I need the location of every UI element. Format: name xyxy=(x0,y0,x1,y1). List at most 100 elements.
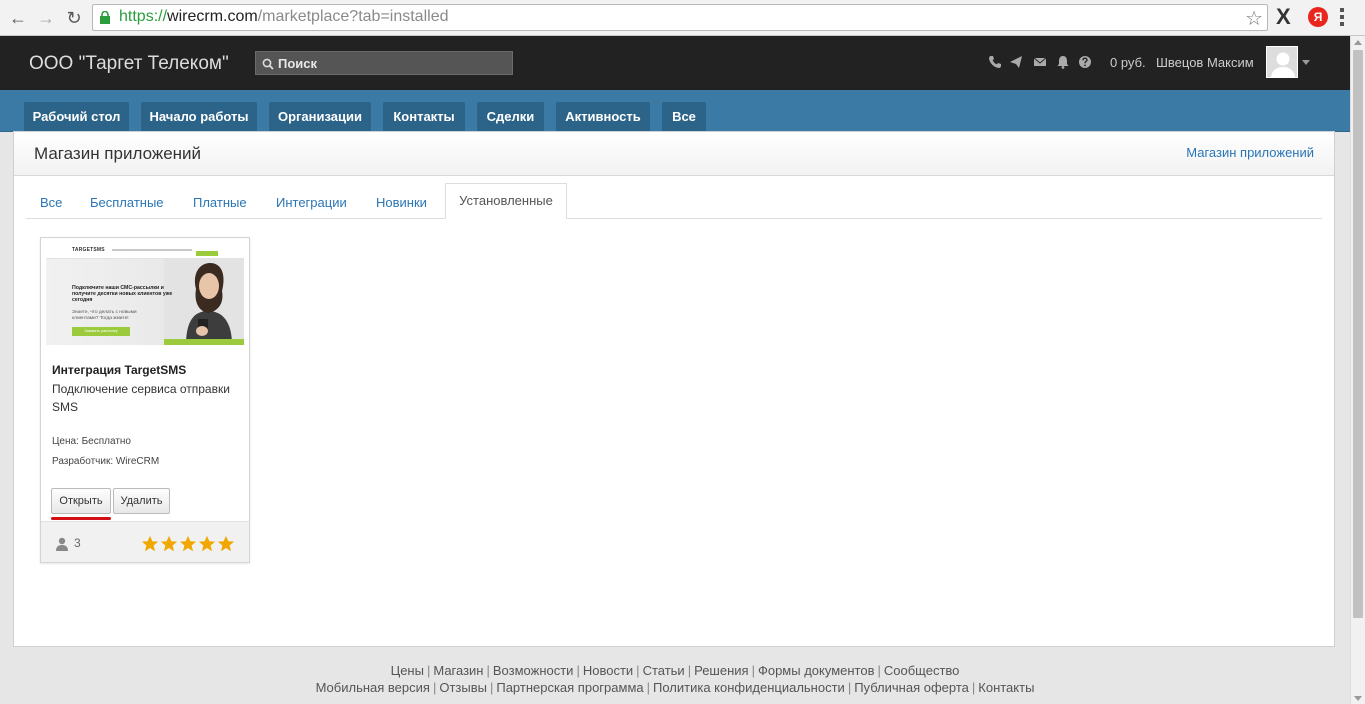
footer-link[interactable]: Статьи xyxy=(643,663,685,678)
yandex-extension-icon[interactable]: Я xyxy=(1308,7,1328,27)
footer-link[interactable]: Контакты xyxy=(978,680,1034,695)
page-title: Магазин приложений xyxy=(34,144,202,163)
tab-free[interactable]: Бесплатные xyxy=(90,195,164,218)
thumbnail-order-button: Заказать рассылку xyxy=(72,327,130,336)
scrollbar-thumb[interactable] xyxy=(1353,50,1363,618)
url-host: wirecrm.com xyxy=(167,8,258,25)
forward-arrow-icon[interactable]: → xyxy=(34,6,58,30)
address-bar[interactable]: https://wirecrm.com/marketplace?tab=inst… xyxy=(92,4,1268,31)
reload-icon[interactable]: ↻ xyxy=(62,6,86,30)
app-thumbnail[interactable]: TARGETSMS Подключите наши СМС-рассылки и… xyxy=(46,243,244,345)
url-path: /marketplace?tab=installed xyxy=(257,8,449,25)
user-name[interactable]: Швецов Максим xyxy=(1156,55,1254,70)
footer-link[interactable]: Публичная оферта xyxy=(854,680,969,695)
rating-stars xyxy=(141,535,237,553)
balance[interactable]: 0 руб. xyxy=(1110,55,1146,70)
page-scrollbar[interactable] xyxy=(1350,36,1365,704)
extension-x-icon[interactable]: X xyxy=(1276,4,1291,30)
help-icon[interactable] xyxy=(1078,55,1092,69)
footer-link[interactable]: Возможности xyxy=(493,663,574,678)
user-menu-caret-icon[interactable] xyxy=(1302,60,1310,65)
url-text: https://wirecrm.com/marketplace?tab=inst… xyxy=(119,8,448,26)
user-count: 3 xyxy=(74,536,81,550)
app-price: Цена: Бесплатно xyxy=(52,436,131,447)
user-silhouette-icon xyxy=(1267,47,1297,77)
rating-star-icon xyxy=(179,535,197,552)
footer-link[interactable]: Магазин xyxy=(433,663,483,678)
footer-separator: | xyxy=(636,663,640,678)
tab-new[interactable]: Новинки xyxy=(376,195,427,218)
tab-paid[interactable]: Платные xyxy=(193,195,247,218)
thumbnail-hero: Подключите наши СМС-рассылки и получите … xyxy=(46,259,244,345)
breadcrumb-marketplace-link[interactable]: Магазин приложений xyxy=(1186,145,1314,160)
bell-icon[interactable] xyxy=(1056,55,1070,69)
avatar[interactable] xyxy=(1266,46,1298,78)
footer-link[interactable]: Новости xyxy=(583,663,633,678)
thumbnail-topbar: TARGETSMS xyxy=(46,243,244,259)
marketplace-panel: Магазин приложений Магазин приложений Вс… xyxy=(13,131,1335,647)
tab-installed[interactable]: Установленные xyxy=(445,183,567,219)
thumbnail-headline: Подключите наши СМС-рассылки и получите … xyxy=(72,285,173,303)
footer-separator: | xyxy=(687,663,692,678)
browser-toolbar: ← → ↻ https://wirecrm.com/marketplace?ta… xyxy=(0,0,1365,36)
footer-separator: | xyxy=(877,663,881,678)
thumbnail-menu xyxy=(112,249,192,251)
scroll-down-arrow-icon[interactable] xyxy=(1354,696,1362,701)
thumbnail-cta-small xyxy=(196,251,218,256)
company-name[interactable]: ООО "Таргет Телеком" xyxy=(29,53,229,75)
open-button-highlight xyxy=(51,517,111,520)
open-button[interactable]: Открыть xyxy=(51,488,111,514)
send-icon[interactable] xyxy=(1009,55,1023,69)
rating-star-icon xyxy=(141,535,159,552)
footer-link[interactable]: Формы документов xyxy=(758,663,875,678)
footer-separator: | xyxy=(486,663,490,678)
tab-all[interactable]: Все xyxy=(40,195,62,218)
app-card-footer: 3 xyxy=(41,521,249,562)
nav-tab-getting-started[interactable]: Начало работы xyxy=(141,102,257,132)
footer-separator: | xyxy=(576,663,580,678)
search-input[interactable] xyxy=(278,55,508,72)
thumbnail-logo: TARGETSMS xyxy=(72,247,105,253)
lock-icon xyxy=(100,11,110,24)
footer-separator: | xyxy=(971,680,976,695)
footer-link[interactable]: Цены xyxy=(391,663,424,678)
main-nav: Рабочий стол Начало работы Организации К… xyxy=(0,90,1350,132)
site-footer: Цены | Магазин | Возможности | Новости | Статьи |… xyxy=(0,662,1350,696)
nav-tab-desktop[interactable]: Рабочий стол xyxy=(24,102,129,132)
url-scheme: https:// xyxy=(119,8,168,25)
footer-link[interactable]: Партнерская программа xyxy=(496,680,643,695)
thumbnail-subtext: Знаете, что делать с новыми клиентами? Т… xyxy=(72,310,137,321)
footer-separator: | xyxy=(847,680,852,695)
scroll-up-arrow-icon[interactable] xyxy=(1354,40,1362,45)
bookmark-star-icon[interactable]: ☆ xyxy=(1245,6,1263,31)
phone-icon[interactable] xyxy=(988,55,1002,69)
tab-integrations[interactable]: Интеграции xyxy=(276,195,347,218)
user-count-icon xyxy=(56,537,68,551)
nav-tab-contacts[interactable]: Контакты xyxy=(383,102,465,132)
footer-links-row-1: Цены | Магазин | Возможности | Новости | Статьи |… xyxy=(0,662,1350,679)
footer-link[interactable]: Мобильная версия xyxy=(316,680,430,695)
tabs-divider xyxy=(26,218,1322,219)
nav-tab-all[interactable]: Все xyxy=(662,102,706,132)
back-arrow-icon[interactable]: ← xyxy=(6,6,30,30)
nav-tab-deals[interactable]: Сделки xyxy=(477,102,544,132)
app-developer: Разработчик: WireCRM xyxy=(52,456,160,467)
footer-separator: | xyxy=(426,663,431,678)
delete-button[interactable]: Удалить xyxy=(113,488,170,514)
footer-link[interactable]: Решения xyxy=(694,663,748,678)
nav-tab-activity[interactable]: Активность xyxy=(556,102,650,132)
footer-link[interactable]: Отзывы xyxy=(439,680,487,695)
footer-separator: | xyxy=(646,680,651,695)
app-title[interactable]: Интеграция TargetSMS xyxy=(52,363,186,377)
nav-tab-organizations[interactable]: Организации xyxy=(269,102,371,132)
rating-star-icon xyxy=(160,535,178,552)
mail-icon[interactable] xyxy=(1033,55,1047,69)
footer-link[interactable]: Сообщество xyxy=(884,663,960,678)
app-header: ООО "Таргет Телеком" 0 руб. Швецов Макси… xyxy=(0,36,1350,90)
search-box[interactable] xyxy=(255,51,513,75)
app-card: TARGETSMS Подключите наши СМС-рассылки и… xyxy=(40,237,250,563)
footer-link[interactable]: Политика конфиденциальности xyxy=(653,680,845,695)
rating-star-icon xyxy=(198,535,216,552)
browser-menu-icon[interactable] xyxy=(1340,8,1344,29)
footer-links-row-2: Мобильная версия | Отзывы | Партнерская прог… xyxy=(0,679,1350,696)
